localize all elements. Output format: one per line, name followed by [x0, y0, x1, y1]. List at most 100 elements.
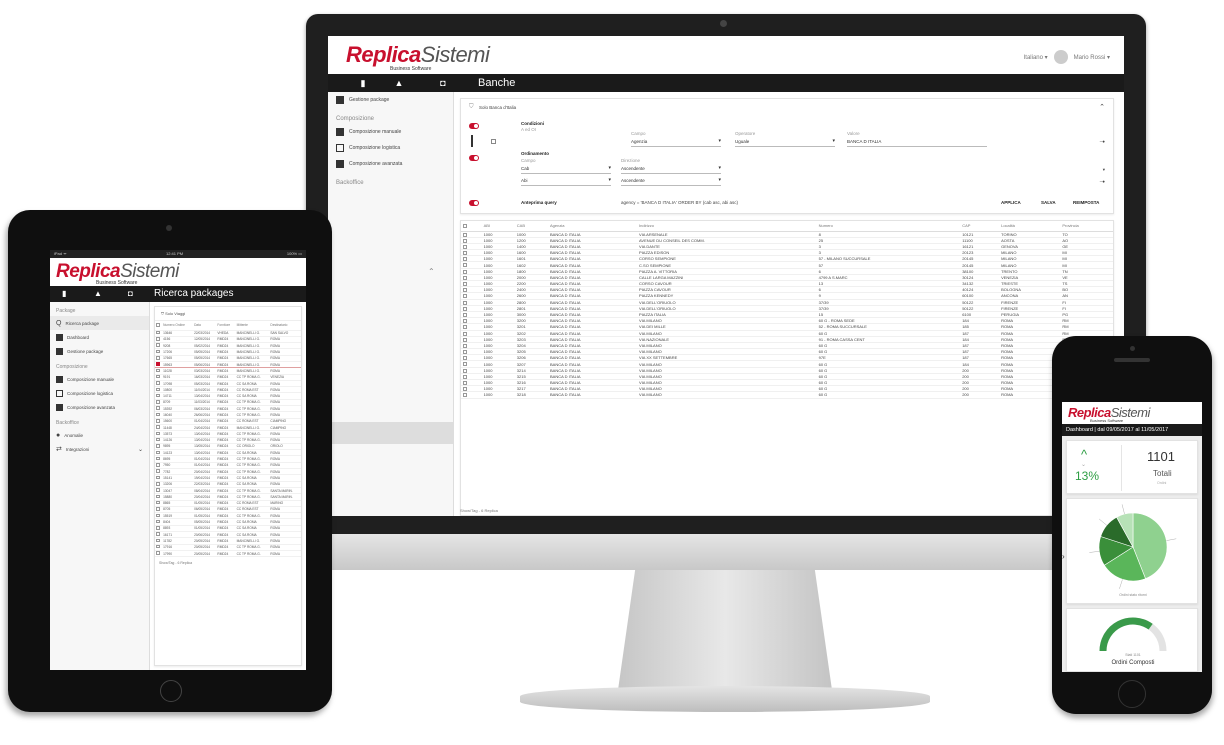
column-header[interactable]: Mittente [235, 321, 270, 331]
ord-campo-select-1[interactable]: Cab ▾ [521, 165, 611, 174]
row-checkbox[interactable] [155, 550, 163, 558]
column-header[interactable]: Numero Ordine [162, 321, 194, 331]
brand-logo: ReplicaSistemi [346, 42, 490, 67]
pie-leader-line [1098, 518, 1107, 526]
user-name[interactable]: Mario Rossi ▾ [1074, 54, 1110, 61]
column-header[interactable]: Destinatario [269, 321, 301, 331]
sidebar-item-integrazioni[interactable]: ⇄ Integrazioni ⌄ [50, 442, 149, 456]
monitor-stand [618, 570, 832, 690]
ordering-label: Ordinamento [521, 151, 550, 156]
building-icon[interactable]: ▮ [62, 289, 66, 298]
truck-icon[interactable]: ◘ [128, 289, 133, 298]
pie-leader-line [1121, 504, 1125, 515]
operatore-select[interactable]: Uguale ▾ [735, 138, 835, 147]
sidebar-section-backoffice: Backoffice [336, 180, 364, 186]
hierarchy-icon [56, 403, 63, 411]
table-row[interactable]: 1000 3218 BANCA D ITALIA VIA MILANO 60 G 200 R… [461, 391, 1113, 399]
sidebar-section-composizione: Composizione [336, 116, 375, 122]
user-menu[interactable]: Italiano ▾ Mario Rossi ▾ [1024, 50, 1110, 64]
truck-icon[interactable]: ◘ [408, 74, 478, 92]
warning-icon: ● [56, 431, 61, 439]
ord-dir-select-1[interactable]: Ascendente ▾ [621, 165, 721, 174]
sidebar-item-dashboard[interactable]: Dashboard [50, 330, 149, 344]
apply-button[interactable]: APPLICA [1001, 200, 1021, 205]
select-all-checkbox[interactable] [155, 321, 163, 331]
ord-dir-select-2[interactable]: Ascendente ▾ [621, 177, 721, 186]
column-header[interactable]: Numero [816, 221, 961, 232]
sidebar-selected-item[interactable] [328, 422, 454, 444]
ordering-toggle[interactable] [469, 155, 479, 161]
pie-leader-line [1166, 538, 1177, 541]
sidebar-item-anomalie[interactable]: ● Anomalie [50, 428, 149, 442]
sidebar-item-avanzata[interactable]: Composizione avanzata [50, 400, 149, 414]
desktop-sidebar: Gestione package Composizione Composizio… [328, 92, 454, 516]
tablet-camera [166, 225, 172, 231]
sidebar-item-gestione[interactable]: Gestione package [328, 92, 453, 108]
campo-select[interactable]: Agenzia ▾ [631, 138, 721, 147]
sidebar-section-composizione: Composizione [56, 364, 88, 370]
column-header[interactable]: Indirizzo [637, 221, 817, 232]
trend-up-icon: ^ [1081, 447, 1088, 462]
table-header-row: Numero Ordine Data Fornitore Mittente Destin… [155, 321, 301, 331]
collapse-chevron-icon[interactable]: ⌃ [428, 267, 435, 276]
table-cell: RMD24 [216, 550, 236, 558]
chevron-down-icon[interactable]: ⌄ [138, 446, 143, 453]
gauge-card: Stati 1101 Ordini Composti [1066, 608, 1198, 672]
table-cell: VIA MILANO [637, 391, 817, 399]
remove-condition-icon[interactable]: –● [1100, 139, 1105, 144]
reset-button[interactable]: REIMPOSTA [1073, 200, 1099, 205]
person-icon[interactable]: ▲ [94, 289, 102, 298]
column-header[interactable]: Agenzia [547, 221, 638, 232]
sidebar-item-ricerca[interactable]: Q Ricerca package [50, 316, 149, 330]
kpi-sub: Ordini [1157, 481, 1167, 485]
table-cell: 60 G [816, 391, 961, 399]
remove-order-icon[interactable]: –● [1100, 179, 1105, 184]
row-checkbox[interactable] [461, 391, 482, 399]
table-row[interactable]: 17990 20/05/2014 RMD24 CC TP ROMA G. ROMA [155, 550, 301, 558]
column-header[interactable]: CAB [514, 221, 548, 232]
table-footer: Show/Tag - 6 Replica [460, 508, 498, 513]
kpi-divider [1121, 445, 1122, 491]
tablet-navbar: ▮ ▲ ◘ Ricerca packages [50, 286, 306, 302]
home-button[interactable] [1118, 680, 1146, 708]
language-select[interactable]: Italiano ▾ [1024, 54, 1048, 61]
save-button[interactable]: SALVA [1041, 200, 1056, 205]
group-checkbox[interactable] [491, 139, 496, 144]
table-cell: 20/05/2014 [193, 550, 217, 558]
table-cell: 3218 [514, 391, 548, 399]
filter-bar[interactable]: ⛉ Solo Viaggi [155, 307, 301, 321]
avatar[interactable] [1053, 50, 1068, 64]
sidebar-item-manuale[interactable]: Composizione manuale [328, 124, 453, 140]
add-order-icon[interactable]: ▾ [1103, 167, 1105, 173]
operatore-label: Operatore [735, 131, 756, 136]
pie-leader-line [1089, 551, 1100, 553]
home-button[interactable] [160, 680, 182, 702]
gauge-value: Stati 1101 [1125, 653, 1141, 657]
sidebar-item-gestione[interactable]: Gestione package [50, 344, 149, 358]
column-header[interactable]: ABI [481, 221, 515, 232]
column-header[interactable]: Località [999, 221, 1061, 232]
collapse-icon[interactable]: ⌃ [1099, 103, 1105, 111]
tablet-screen: iPad ᯤ 12:41 PM 100% ▭ ReplicaSistemi Bu… [50, 250, 306, 670]
sidebar-item-manuale[interactable]: Composizione manuale [50, 372, 149, 386]
sidebar-item-avanzata[interactable]: Composizione avanzata [328, 156, 453, 172]
select-all-checkbox[interactable] [461, 221, 482, 232]
sidebar-item-logistica[interactable]: Composizione logistica [50, 386, 149, 400]
phone-header: ReplicaSistemi Business Software [1062, 402, 1202, 424]
query-toggle[interactable] [469, 200, 479, 206]
column-header[interactable]: Fornitore [216, 321, 236, 331]
expand-arrow-icon[interactable]: › [1062, 552, 1065, 561]
conditions-toggle[interactable] [469, 123, 479, 129]
kpi-value: 1101 [1147, 449, 1175, 464]
sidebar-item-logistica[interactable]: Composizione logistica [328, 140, 453, 156]
phone-camera [1130, 346, 1135, 351]
monitor-base [520, 686, 930, 712]
ord-campo-select-2[interactable]: Abi ▾ [521, 177, 611, 186]
column-header[interactable]: Provincia [1060, 221, 1113, 232]
desktop-main: ⛉ Solo Banca d'Italia ⌃ Condizioni A ed … [460, 98, 1118, 516]
column-header[interactable]: Data [193, 321, 217, 331]
column-header[interactable]: CAP [960, 221, 1000, 232]
valore-input[interactable]: BANCA D ITALIA [847, 139, 987, 147]
kpi-label: Totali [1153, 469, 1172, 478]
pie-chart [1089, 504, 1177, 589]
